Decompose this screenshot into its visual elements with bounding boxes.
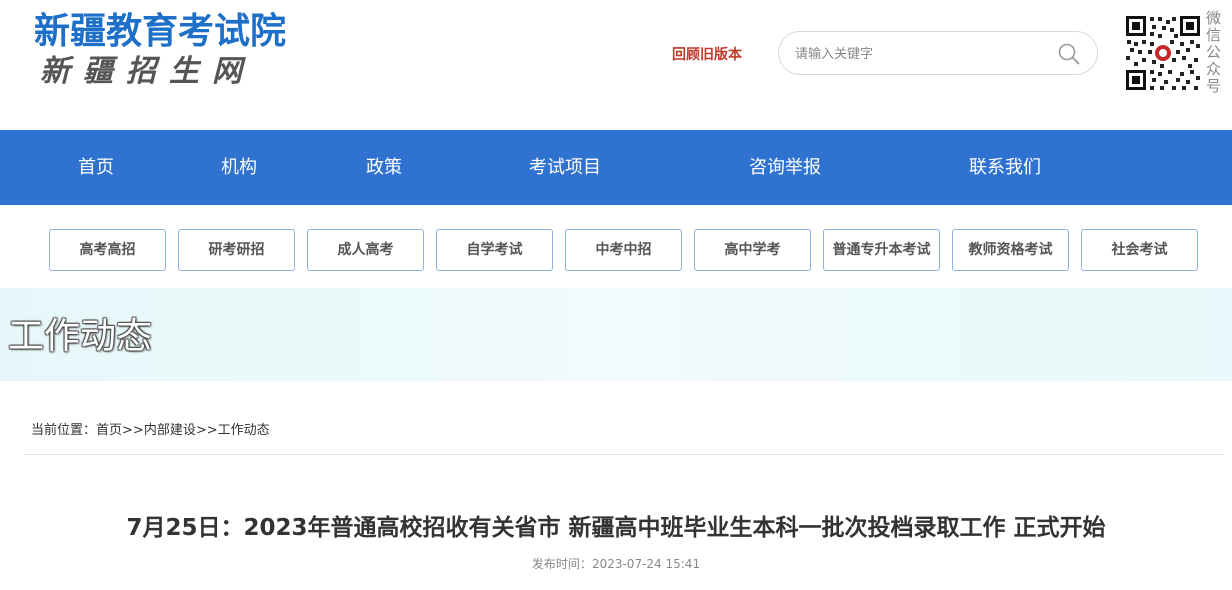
divider	[24, 454, 1224, 455]
section-banner: 工作动态	[0, 288, 1232, 381]
nav-item-policy[interactable]: 政策	[344, 130, 424, 205]
nav-item-organization[interactable]: 机构	[199, 130, 279, 205]
breadcrumb-home[interactable]: 首页	[96, 423, 122, 438]
old-version-link[interactable]: 回顾旧版本	[672, 44, 742, 64]
category-button-upgrade[interactable]: 普通专升本考试	[823, 229, 940, 271]
site-header: 新疆教育考试院 新疆招生网 回顾旧版本 请输入关键字 微信公众号	[0, 0, 1232, 130]
nav-item-home[interactable]: 首页	[56, 130, 136, 205]
logo-subtitle[interactable]: 新疆招生网	[40, 54, 255, 90]
logo-title[interactable]: 新疆教育考试院	[34, 10, 286, 54]
main-nav: 首页 机构 政策 考试项目 咨询举报 联系我们	[0, 130, 1232, 205]
article-title: 7月25日：2023年普通高校招收有关省市 新疆高中班毕业生本科一批次投档录取工…	[126, 515, 1106, 541]
category-button-graduate[interactable]: 研考研招	[178, 229, 295, 271]
breadcrumb-separator: >>	[122, 423, 144, 438]
category-button-teacher-cert[interactable]: 教师资格考试	[952, 229, 1069, 271]
category-button-high-school-exam[interactable]: 高中学考	[694, 229, 811, 271]
category-button-gaokao[interactable]: 高考高招	[49, 229, 166, 271]
category-button-adult[interactable]: 成人高考	[307, 229, 424, 271]
category-button-zhongkao[interactable]: 中考中招	[565, 229, 682, 271]
breadcrumb-section[interactable]: 内部建设	[144, 423, 196, 438]
publish-time-label: 发布时间：	[531, 557, 592, 571]
publish-time: 2023-07-24 15:41	[591, 557, 701, 571]
nav-item-exam-projects[interactable]: 考试项目	[505, 130, 625, 205]
nav-item-contact[interactable]: 联系我们	[945, 130, 1065, 205]
breadcrumb-separator: >>	[195, 423, 218, 438]
article-meta: 发布时间：2023-07-24 15:41	[0, 556, 1232, 572]
section-title: 工作动态	[8, 316, 153, 357]
wechat-qr-code	[1124, 14, 1202, 92]
search-input[interactable]	[795, 42, 1045, 66]
nav-item-consult-report[interactable]: 咨询举报	[725, 130, 845, 205]
breadcrumb: 当前位置：首页>>内部建设>>工作动态	[31, 422, 270, 440]
breadcrumb-current[interactable]: 工作动态	[218, 423, 270, 438]
search-icon[interactable]	[1057, 42, 1081, 66]
breadcrumb-prefix: 当前位置：	[31, 423, 97, 438]
category-button-self-study[interactable]: 自学考试	[436, 229, 553, 271]
search-box	[778, 31, 1098, 75]
qr-label: 微信公众号	[1206, 9, 1222, 95]
category-button-social[interactable]: 社会考试	[1081, 229, 1198, 271]
